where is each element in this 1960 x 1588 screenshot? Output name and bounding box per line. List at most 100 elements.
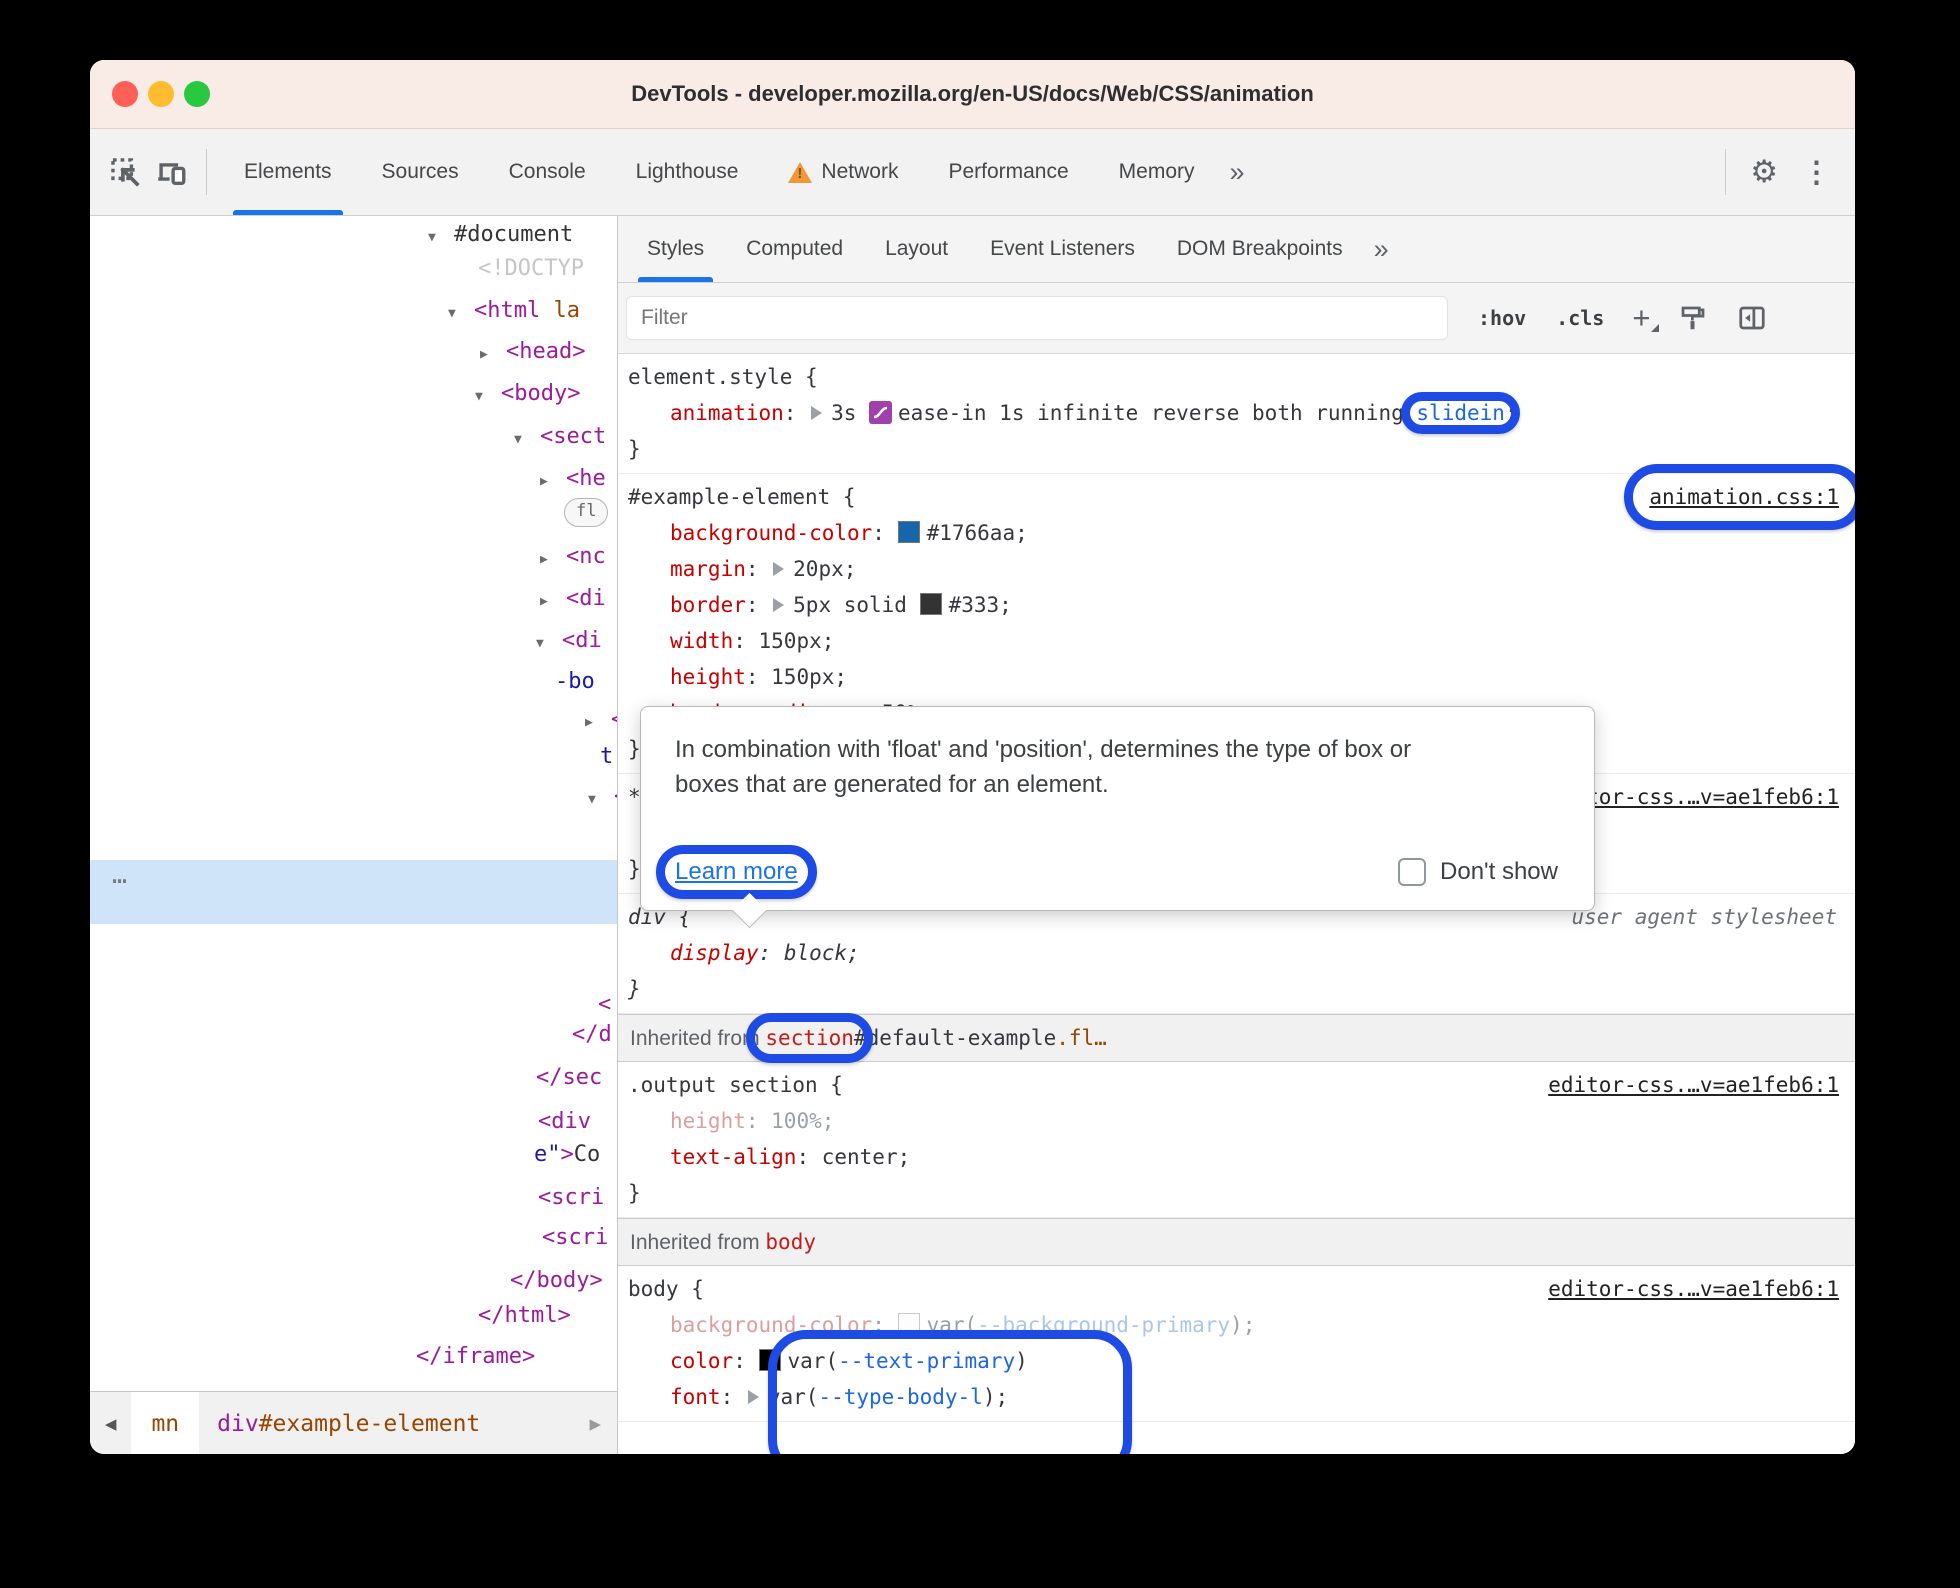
dom-tree-row[interactable]: <	[598, 988, 611, 1022]
tab-lighthouse[interactable]: Lighthouse	[611, 129, 764, 215]
tab-network[interactable]: Network	[763, 129, 923, 215]
dom-tree-row[interactable]: </html>	[478, 1299, 571, 1333]
stylesheet-source-link[interactable]: editor-css.…v=ae1feb6:1	[1548, 1271, 1839, 1307]
expand-arrow-icon[interactable]	[773, 562, 785, 576]
dom-tree-row[interactable]: ▼ <di	[536, 624, 602, 658]
dom-tree-row[interactable]: ▶ <nc	[540, 540, 606, 574]
tab-performance[interactable]: Performance	[923, 129, 1093, 215]
breadcrumb-item-current[interactable]: div#example-element	[199, 1411, 498, 1437]
twisty-down-icon[interactable]: ▼	[514, 423, 540, 457]
dom-tree-row[interactable]: ▼ <sect	[514, 420, 606, 454]
dom-tree-row[interactable]: ▶ <head>	[480, 335, 585, 369]
twisty-right-icon[interactable]: ▶	[540, 465, 566, 499]
tab-console[interactable]: Console	[484, 129, 611, 215]
twisty-down-icon[interactable]: ▼	[475, 380, 501, 414]
tab-computed[interactable]: Computed	[725, 216, 864, 282]
device-toolbar-icon[interactable]	[148, 146, 194, 198]
dom-tree-row[interactable]: <scri	[538, 1181, 604, 1215]
expand-arrow-icon[interactable]	[747, 1390, 759, 1404]
dom-tree-row-selected[interactable]: …	[90, 860, 617, 924]
dom-tree-row[interactable]: </iframe>	[416, 1340, 535, 1374]
twisty-down-icon[interactable]: ▼	[448, 297, 474, 331]
css-value-link[interactable]: --background-primary	[977, 1313, 1230, 1337]
tab-dom-breakpoints[interactable]: DOM Breakpoints	[1156, 216, 1364, 282]
expand-arrow-icon[interactable]	[811, 406, 823, 420]
color-swatch[interactable]	[919, 593, 942, 615]
css-declaration[interactable]: background-color: #1766aa;	[618, 515, 1855, 551]
more-options-icon[interactable]: ⋮	[1790, 155, 1843, 190]
color-swatch[interactable]	[758, 1349, 781, 1371]
color-swatch[interactable]	[897, 521, 920, 543]
stylesheet-source-link[interactable]: animation.css:1	[1624, 464, 1855, 530]
more-sidebar-tabs-button[interactable]: »	[1364, 234, 1399, 265]
css-declaration[interactable]: font: var(--type-body-l);	[618, 1379, 1855, 1415]
settings-gear-icon[interactable]: ⚙	[1738, 154, 1790, 190]
learn-more-link[interactable]: Learn more	[656, 845, 817, 899]
dom-tree-row[interactable]: </body>	[510, 1264, 603, 1298]
dock-sidebar-icon[interactable]	[1736, 303, 1768, 333]
dom-tree-row[interactable]: ▼ #document	[428, 218, 573, 252]
header-selector-link[interactable]: #default-example	[854, 1026, 1056, 1050]
tab-event-listeners[interactable]: Event Listeners	[969, 216, 1156, 282]
twisty-down-icon[interactable]: ▼	[428, 221, 454, 255]
toggle-pseudo-class-button[interactable]: :hov	[1478, 306, 1526, 330]
bezier-curve-icon[interactable]	[869, 401, 893, 424]
rule-selector[interactable]: body {	[628, 1271, 704, 1307]
dom-tree-row[interactable]: e">Co	[534, 1138, 600, 1172]
flex-badge[interactable]: fl	[564, 498, 609, 527]
stylesheet-source-link[interactable]: editor-css.…v=ae1feb6:1	[1548, 1067, 1839, 1103]
dom-tree-row[interactable]: t	[600, 740, 613, 774]
dom-tree-row[interactable]: <scri	[542, 1221, 608, 1255]
css-value-link[interactable]: slidein	[1416, 401, 1505, 425]
breadcrumb-forward-icon[interactable]: ▶	[574, 1413, 617, 1435]
css-declaration[interactable]: height: 100%;	[618, 1103, 1855, 1139]
dom-tree-row[interactable]: </d	[572, 1018, 612, 1052]
header-selector-link[interactable]: section	[765, 1026, 854, 1050]
tab-layout[interactable]: Layout	[864, 216, 969, 282]
dom-tree-row[interactable]: ▼ <body>	[475, 377, 580, 411]
dom-tree-row[interactable]: ▶ <di	[540, 582, 606, 616]
dom-tree-row[interactable]: <div	[538, 1105, 591, 1139]
twisty-down-icon[interactable]: ▼	[588, 783, 614, 817]
css-value-link[interactable]: --type-body-l	[818, 1385, 982, 1409]
new-style-rule-button[interactable]: +	[1632, 300, 1660, 336]
rule-selector[interactable]: element.style {	[628, 359, 818, 395]
rule-selector[interactable]: .output section {	[628, 1067, 843, 1103]
dom-tree-row[interactable]: ▼<	[588, 780, 617, 814]
css-declaration[interactable]: display: block;	[618, 935, 1855, 971]
styles-filter-input[interactable]	[626, 296, 1448, 340]
dom-tree-row[interactable]: ▼ <html la	[448, 294, 580, 328]
css-declaration[interactable]: background-color: var(--background-prima…	[618, 1307, 1855, 1343]
tab-sources[interactable]: Sources	[357, 129, 484, 215]
css-value-link[interactable]: --text-primary	[838, 1349, 1015, 1373]
dom-tree-row[interactable]: ▶<	[585, 703, 617, 737]
twisty-right-icon[interactable]: ▶	[540, 543, 566, 577]
tab-elements[interactable]: Elements	[219, 129, 357, 215]
css-declaration[interactable]: color: var(--text-primary)	[618, 1343, 1855, 1379]
toggle-element-classes-button[interactable]: .cls	[1556, 306, 1604, 330]
css-declaration[interactable]: animation: 3s ease-in 1s infinite revers…	[618, 395, 1855, 431]
twisty-right-icon[interactable]: ▶	[480, 338, 506, 372]
inspect-element-icon[interactable]	[102, 146, 148, 198]
css-declaration[interactable]: height: 150px;	[618, 659, 1855, 695]
header-selector-link[interactable]: .fl…	[1056, 1026, 1107, 1050]
twisty-right-icon[interactable]: ▶	[540, 585, 566, 619]
dont-show-checkbox[interactable]	[1398, 858, 1427, 886]
breadcrumb-back-icon[interactable]: ◀	[90, 1413, 131, 1435]
minimize-window-button[interactable]	[148, 81, 174, 107]
dom-tree-row[interactable]: <!DOCTYP	[478, 252, 584, 286]
css-declaration[interactable]: width: 150px;	[618, 623, 1855, 659]
dom-tree-row[interactable]: ▶ <he	[540, 462, 606, 496]
zoom-window-button[interactable]	[184, 81, 210, 107]
dom-tree-row[interactable]: -bo	[555, 665, 595, 699]
rendering-brush-icon[interactable]	[1678, 303, 1708, 333]
close-window-button[interactable]	[112, 81, 138, 107]
tab-styles[interactable]: Styles	[626, 216, 725, 282]
css-declaration[interactable]: border: 5px solid #333;	[618, 587, 1855, 623]
css-declaration[interactable]: margin: 20px;	[618, 551, 1855, 587]
header-selector-link[interactable]: body	[765, 1230, 816, 1254]
twisty-right-icon[interactable]: ▶	[585, 706, 611, 740]
dom-tree-row[interactable]: </sec	[536, 1061, 602, 1095]
tab-memory[interactable]: Memory	[1094, 129, 1220, 215]
breadcrumb-item-prev[interactable]: mn	[131, 1392, 200, 1454]
